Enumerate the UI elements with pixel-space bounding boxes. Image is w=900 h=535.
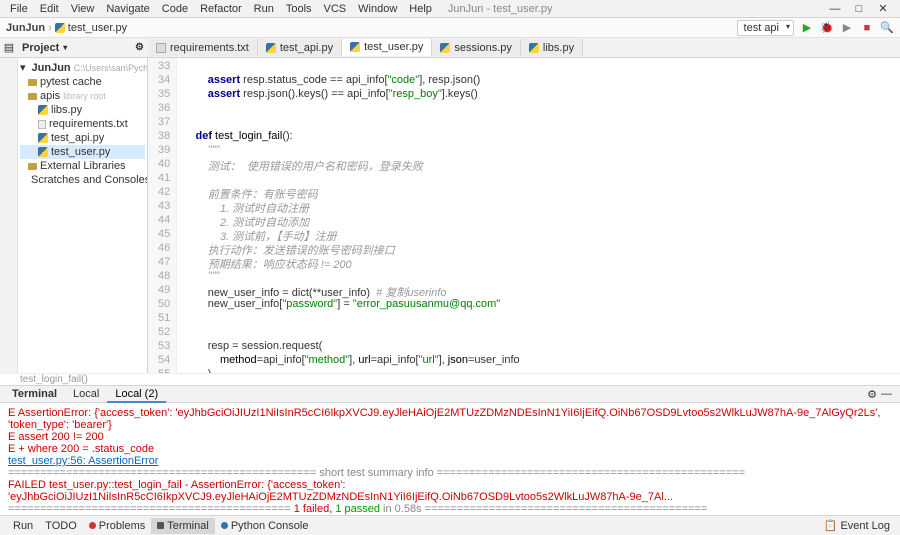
tree-item[interactable]: pytest cache [20, 75, 145, 89]
file-tab-label: test_api.py [280, 42, 333, 54]
line-number-gutter: 3334353637383940414243444546474849505152… [148, 58, 177, 373]
file-tab[interactable]: requirements.txt [148, 39, 258, 56]
tree-item[interactable]: Scratches and Consoles [20, 173, 145, 187]
terminal-line: E AssertionError: {'access_token': 'eyJh… [8, 407, 892, 431]
file-tab[interactable]: test_user.py [342, 39, 432, 56]
dot-red-icon [89, 522, 96, 529]
py-icon [38, 147, 48, 157]
tree-item[interactable]: libs.py [20, 103, 145, 117]
dot-py-icon [221, 522, 228, 529]
editor-breadcrumb[interactable]: test_login_fail() [0, 373, 900, 385]
terminal-hide-icon[interactable]: — [877, 388, 896, 400]
tree-item-label: requirements.txt [49, 118, 128, 130]
menu-bar: FileEditViewNavigateCodeRefactorRunTools… [0, 0, 900, 18]
tree-item[interactable]: External Libraries [20, 159, 145, 173]
file-tab-label: test_user.py [364, 41, 423, 53]
py-icon [529, 43, 539, 53]
menu-navigate[interactable]: Navigate [100, 1, 155, 17]
tree-item-label: pytest cache [40, 76, 102, 88]
menu-help[interactable]: Help [403, 1, 438, 17]
tree-item-label: Scratches and Consoles [31, 174, 148, 186]
tree-item[interactable]: requirements.txt [20, 117, 145, 131]
file-tab-label: sessions.py [454, 42, 511, 54]
tree-item[interactable]: test_user.py [20, 145, 145, 159]
bottom-tab-terminal[interactable]: Terminal [151, 518, 215, 534]
run-config-selector[interactable]: test api ▾ [737, 20, 794, 36]
tree-item-label: External Libraries [40, 160, 126, 172]
dot-term-icon [157, 522, 164, 529]
tree-item[interactable]: apis library root [20, 89, 145, 103]
tree-item-label: test_user.py [51, 146, 110, 158]
terminal-session-tab[interactable]: Local (2) [107, 387, 166, 403]
terminal-line: E + where 200 = .status_code [8, 443, 892, 455]
terminal-line: ========================================… [8, 503, 892, 515]
py-icon [38, 133, 48, 143]
terminal-tabs: Terminal LocalLocal (2) ⚙ — [0, 385, 900, 403]
code-body[interactable]: assert resp.status_code == api_info["cod… [177, 58, 900, 373]
debug-button-icon[interactable]: 🐞 [820, 21, 834, 35]
tree-item-label: libs.py [51, 104, 82, 116]
close-icon[interactable]: ✕ [876, 2, 890, 16]
terminal-line: FAILED test_user.py::test_login_fail - A… [8, 479, 892, 503]
tree-root[interactable]: ▾JunJun C:\Users\san\PycharmProjects [20, 60, 145, 75]
txt-icon [156, 43, 166, 53]
file-tab[interactable]: libs.py [521, 39, 583, 56]
menu-file[interactable]: File [4, 1, 34, 17]
menu-edit[interactable]: Edit [34, 1, 65, 17]
run-with-coverage-icon[interactable]: ▶ [840, 21, 854, 35]
menu-context: JunJun - test_user.py [438, 3, 828, 15]
py-icon [38, 105, 48, 115]
tree-item[interactable]: test_api.py [20, 131, 145, 145]
tree-item-label: apis [40, 90, 60, 102]
stop-button-icon[interactable]: ■ [860, 21, 874, 35]
terminal-session-tab[interactable]: Local [65, 387, 107, 401]
file-tab[interactable]: test_api.py [258, 39, 342, 56]
menu-vcs[interactable]: VCS [318, 1, 353, 17]
terminal-settings-icon[interactable]: ⚙ [867, 388, 877, 401]
terminal-output[interactable]: E AssertionError: {'access_token': 'eyJh… [0, 403, 900, 515]
project-tree[interactable]: ▾JunJun C:\Users\san\PycharmProjects pyt… [18, 58, 148, 373]
menu-code[interactable]: Code [156, 1, 194, 17]
menu-view[interactable]: View [65, 1, 101, 17]
terminal-line: ========================================… [8, 467, 892, 479]
bottom-tab-todo[interactable]: TODO [39, 518, 83, 534]
file-tab[interactable]: sessions.py [432, 39, 520, 56]
terminal-line: E assert 200 != 200 [8, 431, 892, 443]
menu-run[interactable]: Run [248, 1, 280, 17]
txt-icon [38, 120, 46, 129]
folder-icon [28, 163, 37, 170]
file-tab-label: libs.py [543, 42, 574, 54]
minimize-icon[interactable]: — [828, 2, 842, 16]
terminal-tool-label[interactable]: Terminal [4, 387, 65, 401]
navigation-bar: JunJun › test_user.py test api ▾ ▶ 🐞 ▶ ■… [0, 18, 900, 38]
py-icon [440, 43, 450, 53]
code-editor[interactable]: 3334353637383940414243444546474849505152… [148, 58, 900, 373]
py-icon [266, 43, 276, 53]
project-panel-header[interactable]: Project ▾ ⚙ [18, 42, 148, 54]
tool-window-bar: ▤ Project ▾ ⚙ requirements.txt test_api.p… [0, 38, 900, 58]
bottom-tab-run[interactable]: Run [4, 518, 39, 534]
search-everywhere-icon[interactable]: 🔍 [880, 21, 894, 35]
menu-window[interactable]: Window [352, 1, 403, 17]
bottom-tab-problems[interactable]: Problems [83, 518, 151, 534]
breadcrumb-project[interactable]: JunJun [6, 22, 45, 34]
folder-icon [28, 93, 37, 100]
menu-tools[interactable]: Tools [280, 1, 318, 17]
tree-item-label: test_api.py [51, 132, 104, 144]
breadcrumb-file[interactable]: test_user.py [55, 22, 127, 34]
project-tool-toggle[interactable]: ▤ [0, 41, 18, 54]
folder-icon [28, 79, 37, 86]
menu-refactor[interactable]: Refactor [194, 1, 248, 17]
terminal-line: test_user.py:56: AssertionError [8, 455, 892, 467]
bottom-tab-python-console[interactable]: Python Console [215, 518, 315, 534]
py-icon [350, 42, 360, 52]
event-log-tab[interactable]: 📋 Event Log [818, 517, 896, 534]
maximize-icon[interactable]: □ [852, 2, 866, 16]
file-tab-label: requirements.txt [170, 42, 249, 54]
left-gutter [0, 58, 18, 373]
gear-icon[interactable]: ⚙ [135, 42, 144, 53]
bottom-tool-tabs: RunTODOProblemsTerminalPython Console 📋 … [0, 515, 900, 535]
run-button-icon[interactable]: ▶ [800, 21, 814, 35]
